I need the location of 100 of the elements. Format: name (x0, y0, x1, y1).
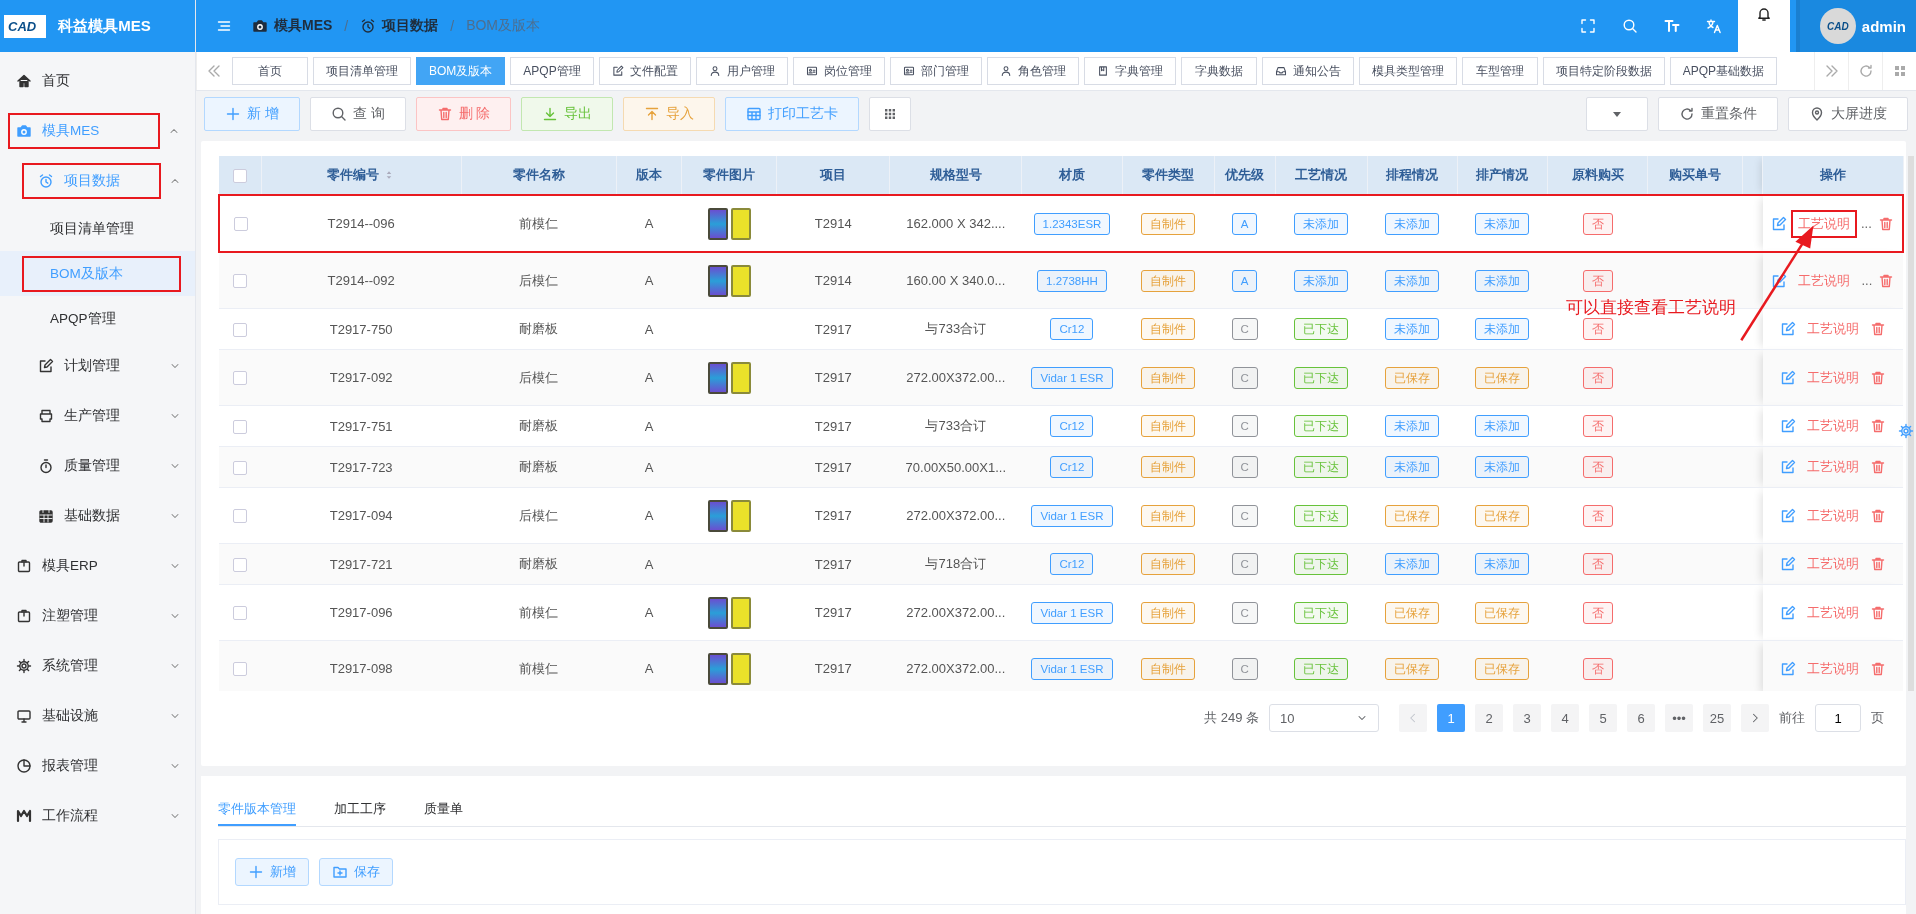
dropdown-button[interactable] (1586, 97, 1648, 131)
delete-button[interactable] (1869, 660, 1886, 677)
bell-icon (1755, 6, 1772, 22)
page-button[interactable]: ••• (1665, 704, 1693, 733)
sidebar-item[interactable]: 工作流程 (0, 798, 161, 834)
page-tab[interactable]: 字典数据 (1180, 57, 1257, 85)
edit-button[interactable] (1779, 604, 1796, 621)
user-name[interactable]: admin (1861, 17, 1906, 35)
page-button[interactable]: 5 (1589, 704, 1617, 733)
row-checkbox[interactable] (233, 274, 247, 289)
table-cell: T2917-098 (329, 661, 393, 676)
page-tab[interactable]: 字典管理 (1083, 57, 1176, 85)
page-tab[interactable]: APQP管理 (510, 57, 594, 85)
row-checkbox[interactable] (233, 371, 247, 386)
row-checkbox[interactable] (233, 662, 247, 677)
page-button[interactable]: 6 (1627, 704, 1655, 733)
sidebar-item[interactable]: 报表管理 (0, 748, 161, 784)
row-checkbox[interactable] (233, 217, 248, 232)
delete-button[interactable] (1869, 556, 1886, 572)
delete-button[interactable] (1869, 507, 1886, 524)
page-tab[interactable]: 岗位管理 (792, 57, 885, 85)
sidebar-item[interactable]: 注塑管理 (0, 598, 161, 634)
goto-page-field[interactable]: 1 (1815, 704, 1861, 733)
settings-button[interactable] (1898, 423, 1914, 439)
more-button[interactable]: ... (1861, 273, 1873, 288)
breadcrumb-link[interactable]: 模具MES (274, 17, 333, 35)
status-tag: 已下达 (1294, 657, 1349, 680)
sidebar-item[interactable]: 模具ERP (0, 548, 161, 584)
sidebar-item[interactable]: 生产管理 (22, 398, 161, 434)
toolbar-button[interactable]: 大屏进度 (1788, 97, 1908, 131)
page-button[interactable]: 3 (1513, 704, 1541, 733)
edit-button[interactable] (1770, 215, 1787, 232)
page-tab[interactable]: 项目特定阶段数据 (1542, 57, 1665, 85)
sidebar-item[interactable]: 项目清单管理 (22, 210, 181, 247)
row-checkbox[interactable] (233, 322, 247, 337)
edit-button[interactable] (1779, 556, 1796, 572)
page-button[interactable]: 25 (1703, 704, 1731, 733)
delete-button[interactable] (1869, 459, 1886, 475)
status-tag: 未添加 (1385, 269, 1440, 292)
status-tag: 已保存 (1475, 657, 1530, 680)
page-tab[interactable]: 通知公告 (1261, 57, 1354, 85)
edit-button[interactable] (1779, 660, 1796, 677)
select-all-checkbox[interactable] (232, 168, 247, 183)
page-tab[interactable]: 模具类型管理 (1358, 57, 1457, 85)
page-button[interactable]: 2 (1475, 704, 1503, 733)
sidebar-item[interactable]: APQP管理 (22, 300, 181, 337)
edit-button[interactable] (1771, 272, 1788, 289)
breadcrumb-link[interactable]: 项目数据 (382, 17, 439, 35)
toolbar-button[interactable]: 查 询 (309, 97, 406, 131)
detail-tab[interactable]: 加工工序 (334, 794, 386, 826)
table-cell: 272.00X372.00... (906, 661, 1006, 676)
delete-button[interactable] (1877, 215, 1894, 232)
delete-button[interactable] (1878, 272, 1895, 289)
edit-button[interactable] (1779, 507, 1796, 524)
column-header: 零件图片 (703, 166, 756, 184)
page-tab[interactable]: 车型管理 (1461, 57, 1538, 85)
delete-button[interactable] (1869, 418, 1886, 434)
sidebar-item[interactable]: 质量管理 (22, 448, 161, 484)
delete-button[interactable] (1869, 369, 1886, 386)
more-button[interactable]: ... (1860, 216, 1872, 231)
table-cell: A (644, 556, 654, 572)
row-checkbox[interactable] (233, 419, 247, 434)
delete-button[interactable] (1869, 604, 1886, 621)
page-tab[interactable]: APQP基础数据 (1669, 57, 1778, 85)
delete-button[interactable] (1869, 321, 1886, 337)
table-cell: T2917-721 (329, 556, 393, 572)
page-tab[interactable]: 用户管理 (695, 57, 788, 85)
status-tag: A (1231, 269, 1258, 292)
sidebar-item[interactable]: 基础设施 (0, 698, 161, 734)
page-tab[interactable]: 首页 (232, 57, 308, 85)
edit-button[interactable] (1779, 418, 1796, 434)
sidebar-item[interactable]: 首页 (0, 63, 181, 99)
sidebar-item[interactable]: 系统管理 (0, 648, 161, 684)
trash-icon (1869, 459, 1886, 475)
edit-button[interactable] (1779, 459, 1796, 475)
sidebar-item[interactable]: 基础数据 (22, 498, 161, 534)
notification-button[interactable] (1737, 0, 1790, 52)
page-tab[interactable]: 部门管理 (889, 57, 982, 85)
row-checkbox[interactable] (233, 509, 247, 524)
page-size-select[interactable]: 10 (1269, 704, 1379, 733)
page-tab[interactable]: 文件配置 (598, 57, 691, 85)
edit-button[interactable] (1779, 369, 1796, 386)
status-tag: 自制件 (1141, 553, 1196, 575)
column-settings-button[interactable] (869, 97, 912, 131)
user-avatar[interactable]: CAD (1819, 8, 1856, 44)
status-tag: Vidar 1 ESR (1031, 601, 1113, 624)
edit-button[interactable] (1779, 321, 1796, 337)
table-cell: 与733合订 (925, 418, 987, 433)
page-button[interactable]: 4 (1551, 704, 1579, 733)
row-checkbox[interactable] (233, 557, 247, 572)
sidebar-item[interactable]: 计划管理 (22, 348, 161, 384)
row-checkbox[interactable] (233, 460, 247, 475)
row-checkbox[interactable] (233, 606, 247, 621)
page-tab[interactable]: 角色管理 (986, 57, 1079, 85)
status-tag: Cr12 (1050, 456, 1094, 478)
toolbar-button[interactable]: 重置条件 (1658, 97, 1778, 131)
detail-tab[interactable]: 质量单 (424, 794, 463, 826)
table-cell: T2917 (814, 370, 852, 385)
plus-icon (225, 106, 241, 122)
page-tab[interactable]: 项目清单管理 (313, 57, 411, 85)
